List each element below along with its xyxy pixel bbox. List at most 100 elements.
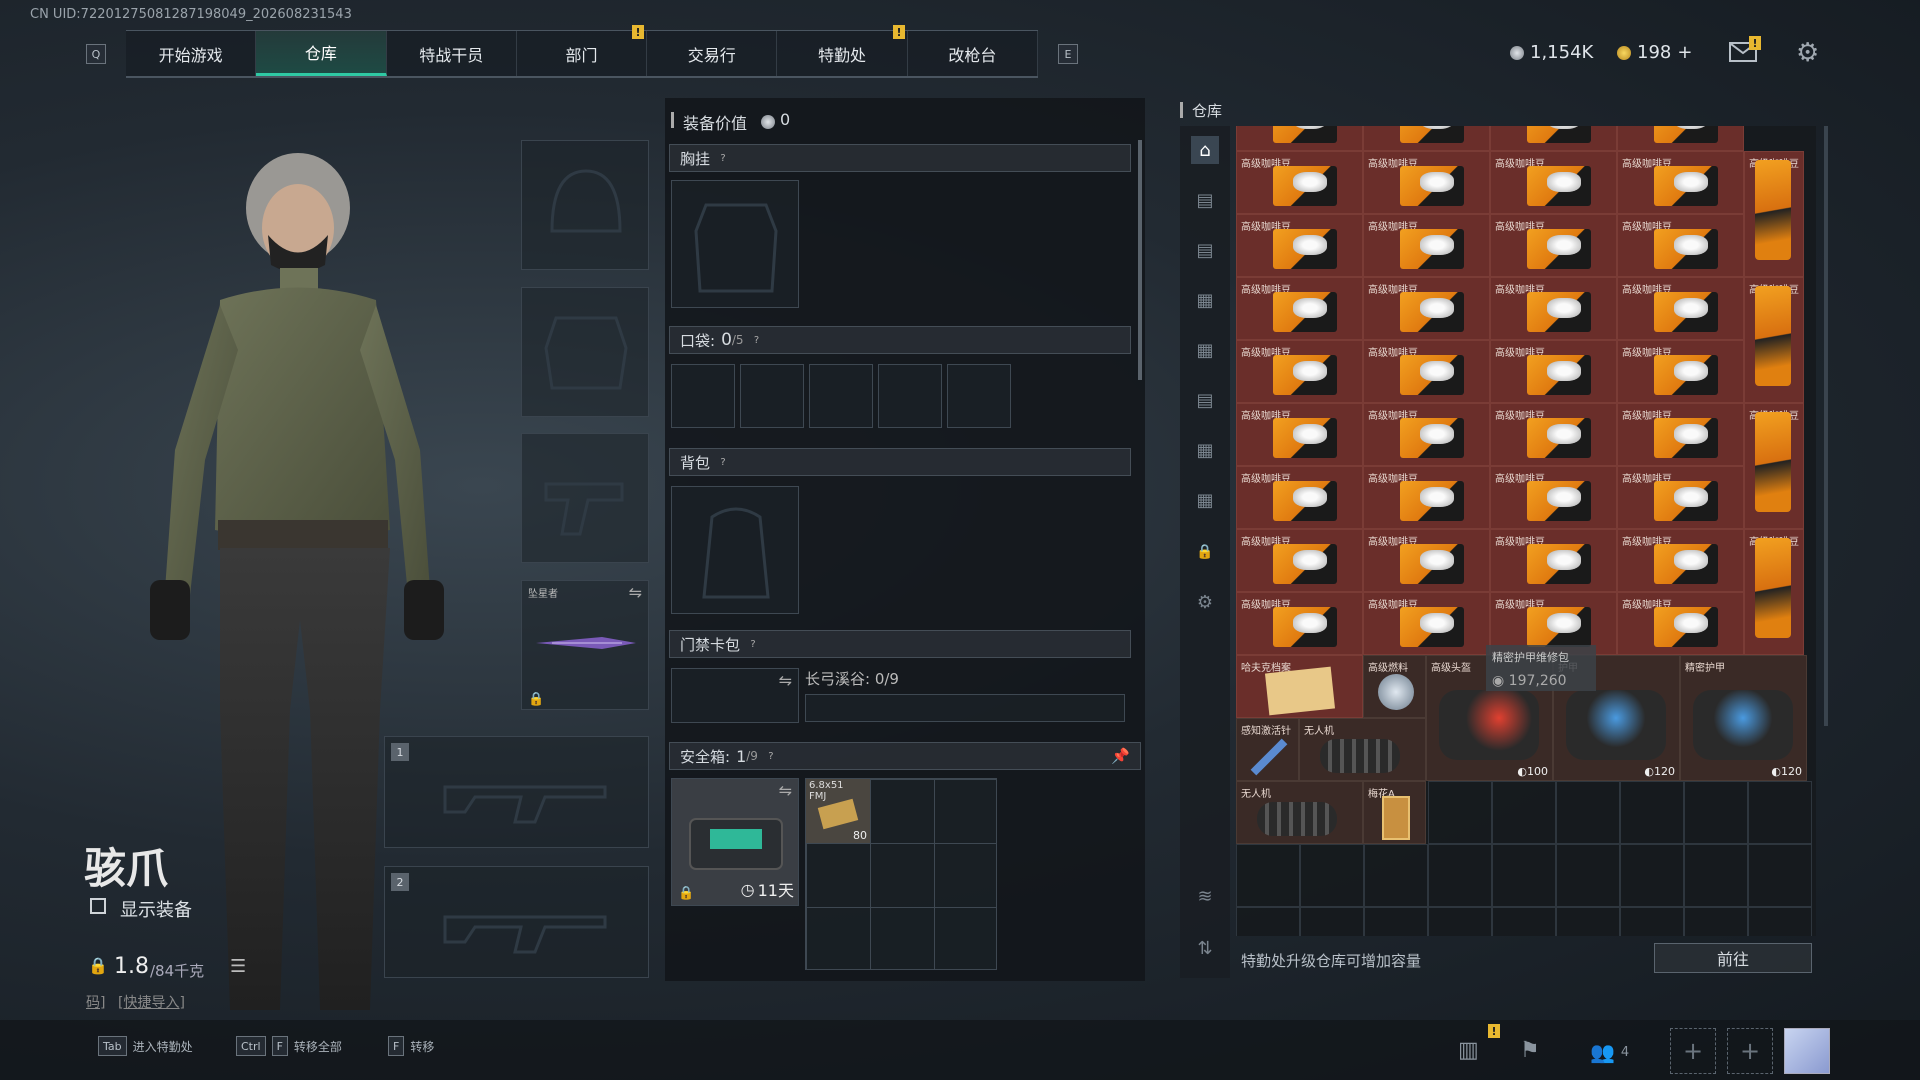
- empty-grid-cell[interactable]: [1556, 907, 1620, 936]
- coffee-item-tall[interactable]: 高级咖啡豆: [1744, 151, 1804, 277]
- coffee-item[interactable]: 高级咖啡豆: [1617, 592, 1744, 655]
- ammo-item[interactable]: 6.8x51 FMJ 80: [806, 779, 870, 843]
- add-currency-button[interactable]: +: [1677, 42, 1692, 63]
- coffee-item[interactable]: 高级咖啡豆: [1490, 151, 1617, 214]
- helmet-slot[interactable]: [521, 140, 649, 270]
- coffee-item[interactable]: 高级咖啡豆: [1236, 403, 1363, 466]
- coffee-item[interactable]: 高级咖啡豆: [1490, 403, 1617, 466]
- precision-armor-kit-item[interactable]: 精密护甲 ◐120: [1680, 655, 1807, 781]
- tab-trade[interactable]: 交易行: [647, 31, 778, 76]
- storage-tab-7-icon[interactable]: ▦: [1191, 486, 1219, 514]
- coffee-item[interactable]: 高级咖啡豆: [1363, 214, 1490, 277]
- keycard-help-icon[interactable]: ?: [746, 637, 760, 651]
- empty-grid-cell[interactable]: [1492, 907, 1556, 936]
- empty-grid-cell[interactable]: [1556, 781, 1620, 844]
- storage-tab-1-icon[interactable]: ▤: [1191, 186, 1219, 214]
- quick-import-link[interactable]: [快捷导入]: [118, 992, 185, 1012]
- storage-tab-6-icon[interactable]: ▦: [1191, 436, 1219, 464]
- injector-item[interactable]: 感知激活针: [1236, 718, 1299, 781]
- chest-rig-slot[interactable]: [671, 180, 799, 308]
- sort-icon[interactable]: ⇅: [1191, 934, 1219, 962]
- empty-grid-cell[interactable]: [1300, 907, 1364, 936]
- tab-start-game[interactable]: 开始游戏: [126, 31, 257, 76]
- pin-icon[interactable]: 📌: [1111, 747, 1130, 765]
- safebox-swap-icon[interactable]: ⇋: [779, 781, 792, 800]
- tab-operators[interactable]: 特战干员: [387, 31, 517, 76]
- keycard-slot[interactable]: ⇋: [671, 668, 799, 723]
- coffee-item[interactable]: [1363, 126, 1490, 151]
- fuel-item[interactable]: 高级燃料: [1363, 655, 1426, 718]
- melee-slot[interactable]: 坠星者 ⇋ 🔒: [521, 580, 649, 710]
- coffee-item[interactable]: 高级咖啡豆: [1490, 340, 1617, 403]
- stats-icon[interactable]: ▥: [1458, 1038, 1479, 1063]
- backpack-help-icon[interactable]: ?: [716, 455, 730, 469]
- all-items-tab-icon[interactable]: ⌂: [1191, 136, 1219, 164]
- pockets-help-icon[interactable]: ?: [750, 333, 764, 347]
- coffee-item[interactable]: 高级咖啡豆: [1617, 529, 1744, 592]
- empty-grid-cell[interactable]: [1556, 844, 1620, 907]
- drone-item[interactable]: 无人机: [1236, 781, 1363, 844]
- pistol-slot[interactable]: [521, 433, 649, 563]
- coffee-item[interactable]: 高级咖啡豆: [1363, 529, 1490, 592]
- coffee-item[interactable]: 高级咖啡豆: [1490, 277, 1617, 340]
- warehouse-settings-icon[interactable]: ⚙: [1191, 588, 1219, 616]
- keycard-grid[interactable]: [805, 694, 1125, 722]
- empty-grid-cell[interactable]: [1748, 844, 1812, 907]
- warehouse-grid[interactable]: 高级咖啡豆 高级咖啡豆 高级咖啡豆 高级咖啡豆 高级咖啡豆 高级咖啡豆 高级咖啡豆 高级咖啡豆…: [1236, 126, 1816, 936]
- coffee-item[interactable]: 高级咖啡豆: [1617, 466, 1744, 529]
- empty-grid-cell[interactable]: [1684, 844, 1748, 907]
- coffee-item[interactable]: 高级咖啡豆: [1363, 403, 1490, 466]
- coffee-item[interactable]: 高级咖啡豆: [1363, 466, 1490, 529]
- invite-slot-button[interactable]: +: [1727, 1028, 1773, 1074]
- coffee-item-tall[interactable]: 高级咖啡豆: [1744, 529, 1804, 655]
- coffee-item[interactable]: 高级咖啡豆: [1236, 529, 1363, 592]
- coffee-item[interactable]: 高级咖啡豆: [1490, 529, 1617, 592]
- empty-grid-cell[interactable]: [1236, 844, 1300, 907]
- drone-item[interactable]: 无人机: [1299, 718, 1426, 781]
- player-avatar[interactable]: [1784, 1028, 1830, 1074]
- empty-grid-cell[interactable]: [1492, 781, 1556, 844]
- warehouse-scrollbar[interactable]: [1824, 126, 1828, 726]
- empty-grid-cell[interactable]: [1684, 907, 1748, 936]
- loadout-scrollbar[interactable]: [1138, 140, 1142, 380]
- empty-grid-cell[interactable]: [1428, 844, 1492, 907]
- empty-grid-cell[interactable]: [1236, 907, 1300, 936]
- backpack-slot[interactable]: [671, 486, 799, 614]
- coffee-item[interactable]: 高级咖啡豆: [1617, 151, 1744, 214]
- empty-grid-cell[interactable]: [1364, 907, 1428, 936]
- tab-warehouse[interactable]: 仓库: [256, 31, 387, 76]
- coffee-item[interactable]: 高级咖啡豆: [1363, 277, 1490, 340]
- pocket-slot[interactable]: [809, 364, 873, 428]
- coffee-item[interactable]: 高级咖啡豆: [1490, 466, 1617, 529]
- invite-slot-button[interactable]: +: [1670, 1028, 1716, 1074]
- empty-grid-cell[interactable]: [1620, 781, 1684, 844]
- empty-grid-cell[interactable]: [1620, 907, 1684, 936]
- coffee-item[interactable]: 高级咖啡豆: [1236, 340, 1363, 403]
- nav-left-key[interactable]: Q: [86, 44, 106, 64]
- transfer-all-hint[interactable]: Ctrl F 转移全部: [236, 1036, 342, 1056]
- coffee-item[interactable]: 高级咖啡豆: [1236, 466, 1363, 529]
- flag-icon[interactable]: ⚑: [1520, 1038, 1540, 1063]
- squad-indicator[interactable]: 👥 4: [1590, 1040, 1629, 1064]
- archive-item[interactable]: 哈夫克档案: [1236, 655, 1363, 718]
- settings-gear-icon[interactable]: ⚙: [1796, 38, 1819, 68]
- pocket-slot[interactable]: [740, 364, 804, 428]
- coffee-item-tall[interactable]: 高级咖啡豆: [1744, 277, 1804, 403]
- coffee-item[interactable]: 高级咖啡豆: [1490, 214, 1617, 277]
- storage-tab-5-icon[interactable]: ▤: [1191, 386, 1219, 414]
- tab-hint[interactable]: Tab 进入特勤处: [98, 1036, 193, 1056]
- empty-grid-cell[interactable]: [1300, 844, 1364, 907]
- storage-tab-3-icon[interactable]: ▦: [1191, 286, 1219, 314]
- keycard-swap-icon[interactable]: ⇋: [779, 671, 792, 690]
- empty-grid-cell[interactable]: [1492, 844, 1556, 907]
- coffee-item-tall[interactable]: 高级咖啡豆: [1744, 403, 1804, 529]
- plum-a-card-item[interactable]: 梅花A: [1363, 781, 1426, 844]
- storage-tab-4-icon[interactable]: ▦: [1191, 336, 1219, 364]
- empty-grid-cell[interactable]: [1748, 907, 1812, 936]
- melee-swap-icon[interactable]: ⇋: [629, 583, 642, 602]
- coffee-item[interactable]: 高级咖啡豆: [1363, 340, 1490, 403]
- empty-grid-cell[interactable]: [1428, 907, 1492, 936]
- empty-grid-cell[interactable]: [1364, 844, 1428, 907]
- pocket-slot[interactable]: [671, 364, 735, 428]
- primary-weapon-slot[interactable]: 1: [384, 736, 649, 848]
